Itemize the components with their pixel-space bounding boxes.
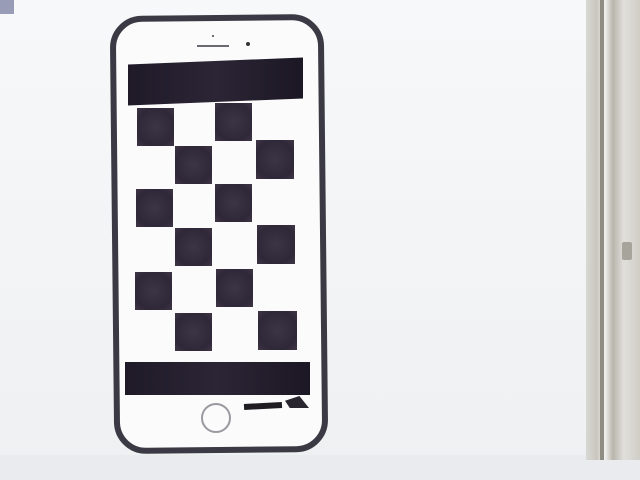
screen-bottom-bar: [125, 362, 310, 395]
checker-square: [135, 272, 172, 310]
checker-square: [175, 146, 212, 184]
corner-object: [0, 0, 14, 14]
front-camera: [246, 42, 250, 46]
earpiece-speaker: [197, 45, 229, 47]
checker-square: [137, 108, 174, 146]
checker-square: [256, 140, 294, 179]
checker-square: [136, 189, 173, 227]
door-edge: [600, 0, 604, 460]
door-frame: [586, 0, 640, 460]
door-hinge: [622, 242, 632, 260]
checker-square: [215, 184, 252, 222]
checker-square: [257, 225, 295, 264]
proximity-sensor: [212, 35, 214, 37]
screen-top-bar: [128, 57, 303, 106]
checker-square: [258, 311, 297, 350]
home-button[interactable]: [201, 403, 231, 433]
table-surface: [0, 455, 640, 480]
checker-square: [175, 228, 212, 266]
checker-square: [216, 269, 253, 307]
checker-square: [175, 313, 212, 351]
checker-square: [215, 103, 252, 141]
